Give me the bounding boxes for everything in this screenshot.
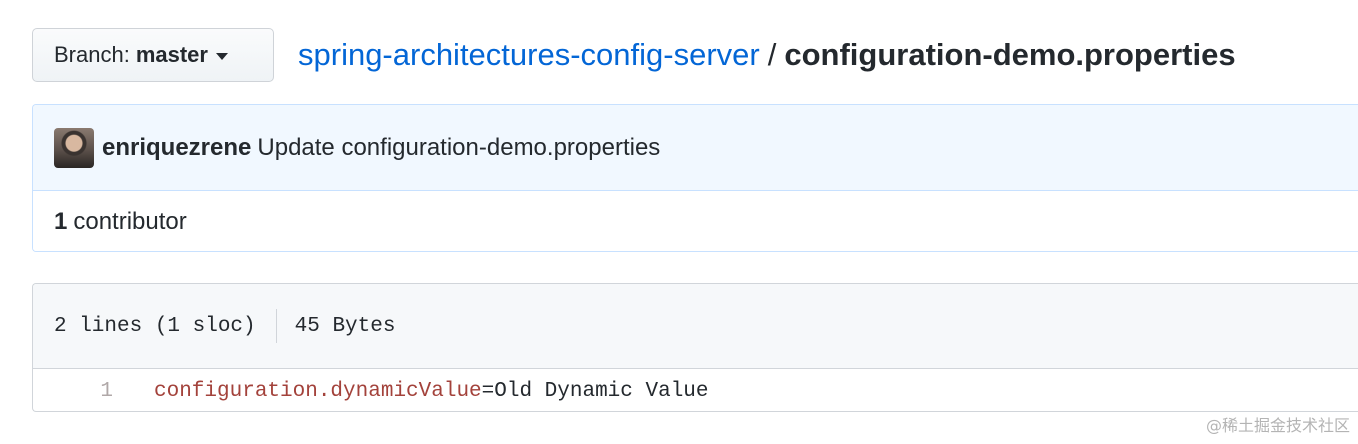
commit-info-box: enriquezrene Update configuration-demo.p… [32,104,1358,252]
caret-down-icon [215,52,228,60]
file-box: 2 lines (1 sloc) 45 Bytes 1 configuratio… [32,283,1358,412]
code-property-key: configuration.dynamicValue [154,379,482,403]
commit-author-link[interactable]: enriquezrene [102,134,251,162]
code-content: configuration.dynamicValue=Old Dynamic V… [154,380,709,403]
breadcrumb-repo-link[interactable]: spring-architectures-config-server [298,37,760,73]
contributors-summary[interactable]: 1 contributor [33,191,1358,251]
file-info-divider [275,309,277,343]
breadcrumb: spring-architectures-config-server / con… [298,32,1236,78]
file-info-header: 2 lines (1 sloc) 45 Bytes [33,284,1358,369]
commit-tease: enriquezrene Update configuration-demo.p… [33,105,1358,191]
branch-select-button[interactable]: Branch: master [32,28,274,82]
line-number[interactable]: 1 [33,380,113,403]
commit-message-link[interactable]: Update configuration-demo.properties [257,134,660,162]
code-line: 1 configuration.dynamicValue=Old Dynamic… [33,369,1358,411]
branch-prefix-label: Branch: [54,42,130,67]
code-property-value: Old Dynamic Value [494,379,709,403]
file-size: 45 Bytes [294,314,396,338]
watermark: @稀土掘金技术社区 [1205,416,1350,435]
breadcrumb-separator: / [767,37,777,72]
breadcrumb-file-name: configuration-demo.properties [784,37,1236,72]
contributors-label: contributor [73,208,187,235]
avatar[interactable] [54,127,94,168]
branch-name: master [135,42,208,67]
contributors-count: 1 [54,208,68,235]
file-view-page: Branch: master spring-architectures-conf… [0,0,1358,444]
file-line-count: 2 lines (1 sloc) [54,314,256,338]
code-operator: = [481,379,495,403]
